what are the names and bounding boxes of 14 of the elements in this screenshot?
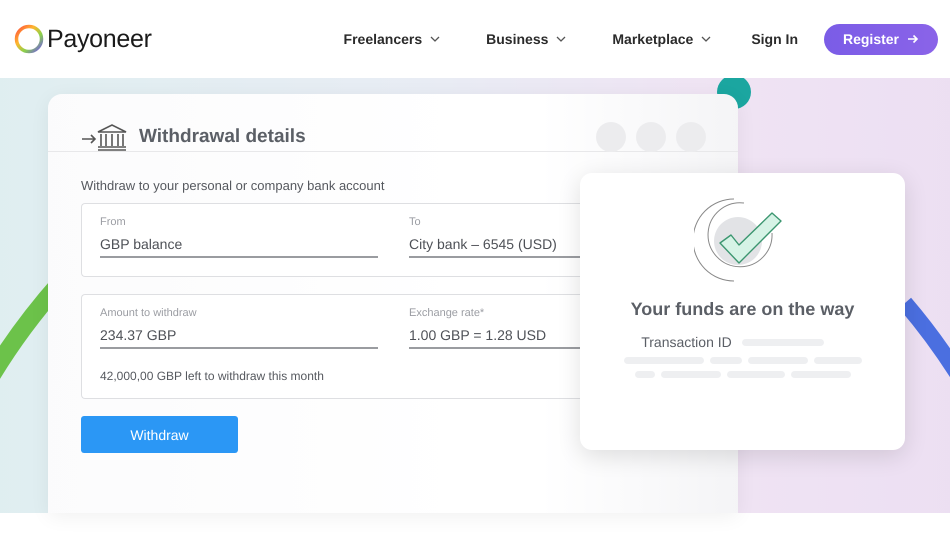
nav-link[interactable]: Freelancers [344,31,440,47]
input-field[interactable]: From GBP balance [100,216,378,258]
nav-link[interactable]: Sign In [751,31,798,47]
card-subtitle: Withdraw to your personal or company bank account [81,178,386,193]
logo-ring-icon [14,24,44,54]
register-button[interactable]: Register [824,24,938,54]
input-field[interactable]: Amount to withdraw 234.37 GBP [100,307,378,349]
nav-link[interactable]: Business [486,31,566,47]
nav-link[interactable]: Marketplace [612,31,712,47]
arrow-right-icon [907,34,920,44]
bank-transfer-icon [81,122,127,150]
logo-wordmark[interactable]: Payoneer [47,24,152,54]
card-title: Withdrawal details [139,126,306,148]
limit-note: 42,000,00 GBP left to withdraw this month [100,369,324,383]
